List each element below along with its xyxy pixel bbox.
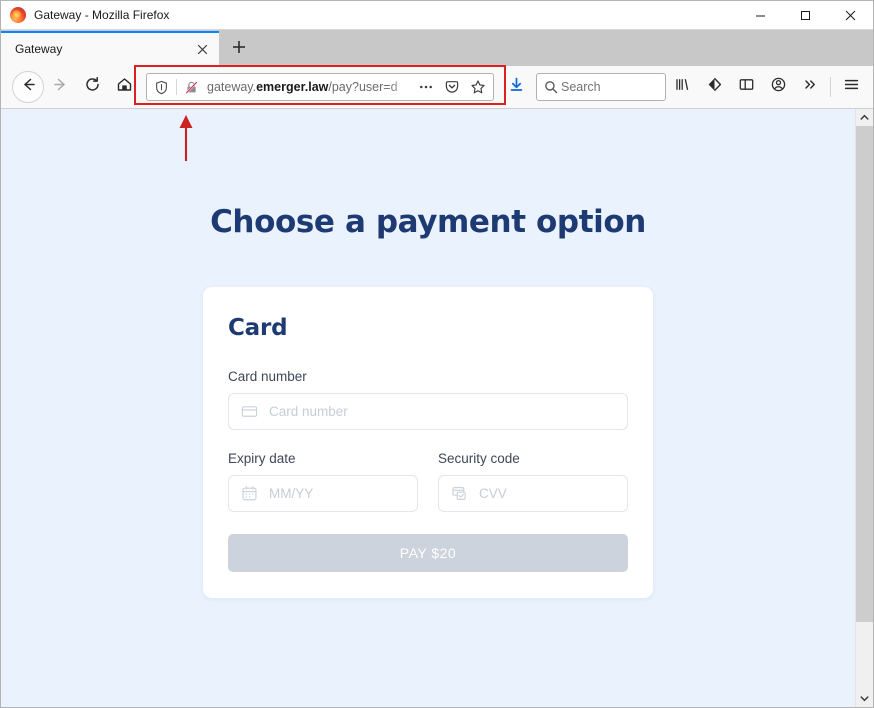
toolbar-divider	[830, 77, 831, 97]
firefox-logo-icon	[10, 7, 26, 23]
home-button[interactable]	[108, 71, 140, 103]
window-title: Gateway - Mozilla Firefox	[34, 8, 170, 22]
pay-button-label: PAY $20	[399, 545, 457, 561]
content-area: Choose a payment option Card Card number…	[1, 109, 873, 707]
download-arrow-icon	[508, 76, 525, 98]
home-icon	[116, 76, 133, 98]
sync-button[interactable]	[698, 71, 730, 103]
lock-crossed-out-icon[interactable]	[180, 80, 203, 95]
library-button[interactable]	[666, 71, 698, 103]
security-code-placeholder: CVV	[479, 486, 507, 501]
back-arrow-icon	[20, 76, 37, 98]
app-menu-button[interactable]	[835, 71, 867, 103]
url-divider	[176, 79, 177, 95]
expiry-date-input[interactable]: MM/YY	[228, 475, 418, 512]
scroll-down-icon[interactable]	[856, 690, 873, 707]
scrollbar-thumb[interactable]	[856, 126, 873, 623]
sidebar-icon	[738, 76, 755, 98]
account-icon	[770, 76, 787, 98]
cvv-card-icon	[451, 485, 468, 502]
pay-button[interactable]: PAY $20	[228, 534, 628, 572]
library-icon	[674, 76, 691, 98]
card-number-label: Card number	[228, 369, 307, 384]
expiry-security-row: Expiry date MM/YY Security code CVV	[228, 451, 628, 512]
window-controls	[738, 1, 873, 29]
search-box[interactable]: Search	[536, 73, 666, 101]
payment-card-panel: Card Card number Card number Expiry date	[203, 287, 653, 598]
navigation-toolbar: gateway.emerger.law/pay?user=d Search	[1, 66, 873, 109]
shield-icon[interactable]	[149, 75, 173, 99]
ellipsis-icon[interactable]	[413, 75, 439, 99]
title-bar: Gateway - Mozilla Firefox	[1, 1, 873, 30]
url-bar-container: gateway.emerger.law/pay?user=d	[146, 73, 494, 101]
credit-card-icon	[241, 403, 258, 420]
page-viewport: Choose a payment option Card Card number…	[1, 109, 855, 707]
search-icon	[544, 80, 558, 94]
sync-icon	[706, 76, 723, 98]
reload-icon	[84, 76, 101, 98]
expiry-date-label: Expiry date	[228, 451, 296, 466]
pocket-icon[interactable]	[439, 75, 465, 99]
close-tab-icon[interactable]	[191, 39, 213, 61]
card-number-input[interactable]: Card number	[228, 393, 628, 430]
page-title: Choose a payment option	[210, 204, 646, 240]
overflow-button[interactable]	[794, 71, 826, 103]
browser-window: Gateway - Mozilla Firefox Gateway gatewa…	[0, 0, 874, 708]
forward-arrow-icon	[52, 76, 69, 98]
scroll-up-icon[interactable]	[856, 109, 873, 126]
security-code-group: Security code CVV	[438, 451, 628, 512]
new-tab-button[interactable]	[222, 32, 256, 66]
account-button[interactable]	[762, 71, 794, 103]
url-domain-highlight: emerger.law	[256, 80, 329, 94]
url-bar[interactable]: gateway.emerger.law/pay?user=d	[146, 73, 494, 101]
close-button[interactable]	[828, 1, 873, 29]
expiry-date-placeholder: MM/YY	[269, 486, 314, 501]
url-text: gateway.emerger.law/pay?user=d	[207, 80, 398, 94]
plus-icon	[232, 40, 246, 59]
reload-button[interactable]	[76, 71, 108, 103]
back-button[interactable]	[12, 71, 44, 103]
security-code-label: Security code	[438, 451, 520, 466]
vertical-scrollbar[interactable]	[855, 109, 873, 707]
card-section-heading: Card	[228, 315, 288, 341]
expiry-date-group: Expiry date MM/YY	[228, 451, 418, 512]
search-input-placeholder[interactable]: Search	[561, 80, 601, 94]
sidebar-button[interactable]	[730, 71, 762, 103]
security-code-input[interactable]: CVV	[438, 475, 628, 512]
card-number-placeholder: Card number	[269, 404, 348, 419]
minimize-button[interactable]	[738, 1, 783, 29]
scrollbar-track[interactable]	[856, 126, 873, 690]
downloads-button[interactable]	[500, 71, 532, 103]
tab-title: Gateway	[15, 42, 63, 56]
tab-gateway[interactable]: Gateway	[1, 31, 219, 66]
star-icon[interactable]	[465, 75, 491, 99]
double-chevron-icon	[802, 76, 819, 98]
maximize-button[interactable]	[783, 1, 828, 29]
calendar-icon	[241, 485, 258, 502]
tab-strip: Gateway	[1, 30, 873, 66]
forward-button	[44, 71, 76, 103]
hamburger-menu-icon	[843, 76, 860, 98]
